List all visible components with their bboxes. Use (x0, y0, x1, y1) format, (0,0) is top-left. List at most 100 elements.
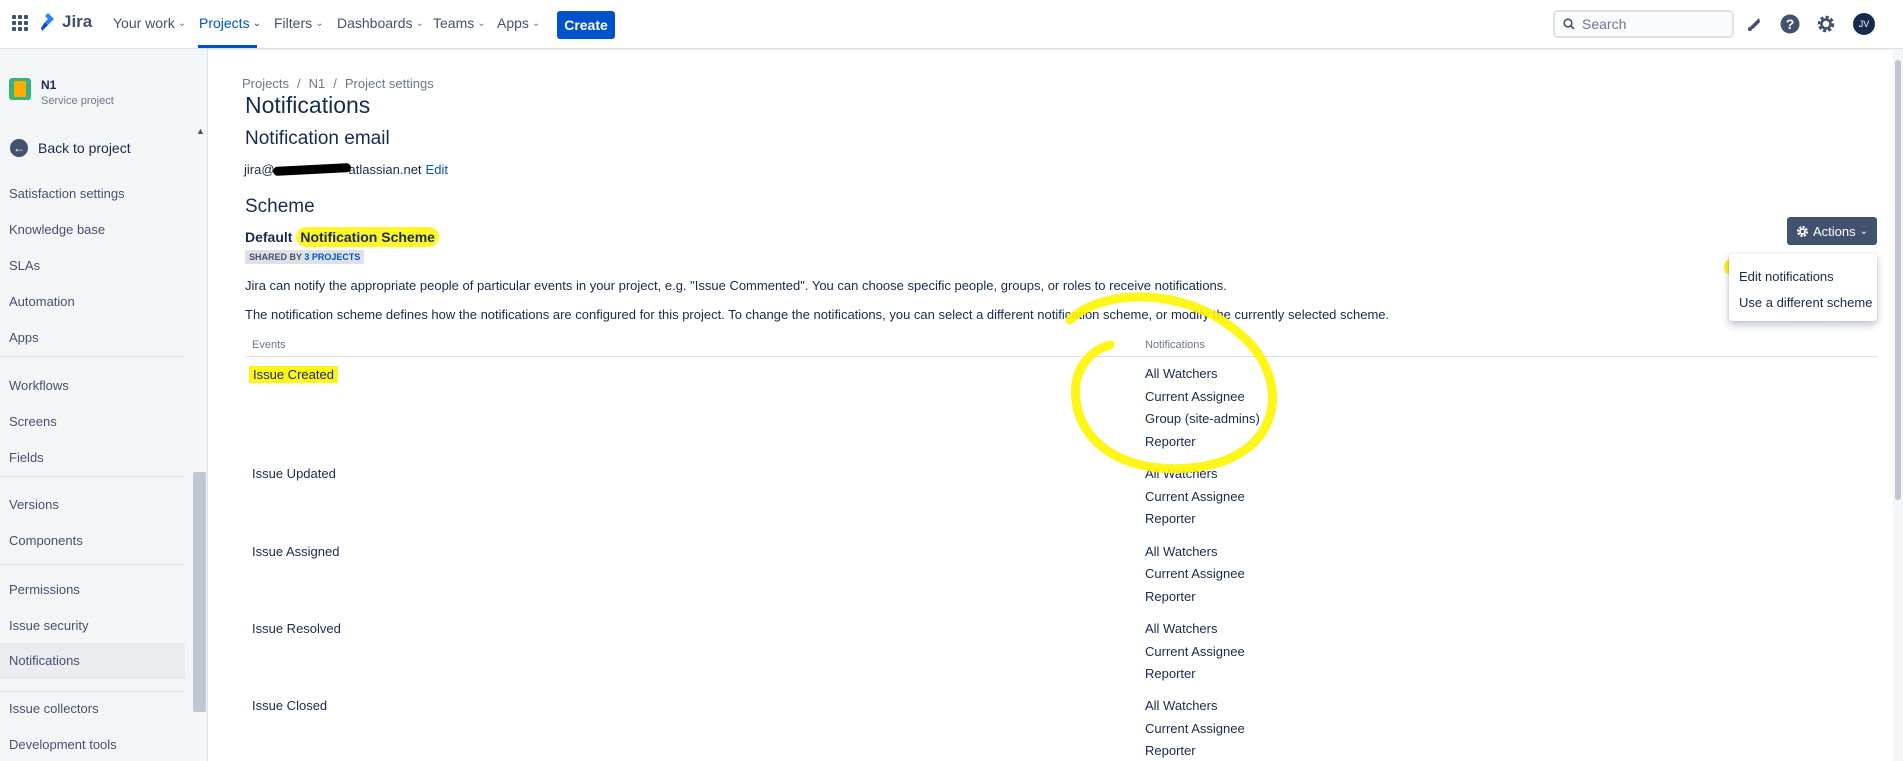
notification-entry: All Watchers (1145, 366, 1218, 381)
actions-menu: Edit notifications Use a different schem… (1729, 253, 1877, 321)
notifications-bell-icon[interactable] (1743, 13, 1765, 35)
bell-icon (1748, 18, 1760, 31)
question-icon: ? (1780, 14, 1800, 34)
notification-entry: Current Assignee (1145, 489, 1245, 504)
nav-label: Your work (113, 15, 175, 31)
chevron-down-icon: ⌄ (1859, 225, 1869, 237)
breadcrumb: Projects / N1 / Project settings (242, 76, 434, 91)
scheme-name-prefix: Default (245, 229, 297, 245)
event-issue-closed: Issue Closed (252, 698, 328, 713)
email-prefix: jira@ (244, 162, 275, 177)
notification-email-heading: Notification email (245, 128, 390, 149)
gear-icon (1797, 225, 1808, 237)
chevron-down-icon: ⌄ (252, 17, 261, 29)
notification-entry: Group (site-admins) (1145, 411, 1260, 426)
project-avatar-icon (9, 78, 31, 100)
event-issue-created: Issue Created (249, 366, 338, 383)
notification-entry: Current Assignee (1145, 389, 1245, 404)
sidebar-item-slas[interactable]: SLAs (9, 258, 40, 273)
jira-logo[interactable]: Jira (40, 12, 92, 32)
avatar[interactable]: JV (1853, 13, 1875, 35)
notification-entry: Current Assignee (1145, 644, 1245, 659)
notification-entry: All Watchers (1145, 544, 1218, 559)
redaction-mark (272, 162, 351, 177)
active-tab-indicator (198, 45, 257, 48)
search-box[interactable] (1553, 10, 1734, 38)
notification-entry: Current Assignee (1145, 566, 1245, 581)
sidebar-item-apps[interactable]: Apps (9, 330, 39, 345)
search-icon (1563, 18, 1575, 30)
sidebar-item-development-tools[interactable]: Development tools (9, 737, 117, 752)
event-issue-updated: Issue Updated (252, 466, 336, 481)
scheme-heading: Scheme (245, 196, 315, 217)
sidebar-item-fields[interactable]: Fields (9, 450, 44, 465)
page-scroll-thumb[interactable] (1895, 60, 1901, 500)
notification-email-line: jira@ atlassian.net Edit (244, 162, 448, 177)
actions-button[interactable]: Actions ⌄ (1787, 217, 1877, 245)
svg-text:?: ? (1786, 16, 1795, 32)
jira-logo-icon (41, 13, 54, 31)
edit-email-link[interactable]: Edit (426, 162, 448, 177)
notification-entry: All Watchers (1145, 621, 1218, 636)
nav-label: Dashboards (337, 15, 413, 31)
shared-projects-link[interactable]: 3 PROJECTS (304, 252, 360, 262)
notification-entry: Reporter (1145, 511, 1196, 526)
event-issue-resolved: Issue Resolved (252, 621, 341, 636)
scheme-name-highlight: Notification Scheme (296, 227, 439, 247)
arrow-left-icon: ← (10, 139, 28, 157)
breadcrumb-n1[interactable]: N1 (309, 76, 326, 91)
sidebar-item-screens[interactable]: Screens (9, 414, 57, 429)
back-label: Back to project (38, 140, 131, 156)
nav-label: Filters (274, 15, 313, 31)
notification-entry: Current Assignee (1145, 721, 1245, 736)
sidebar-item-issue-collectors[interactable]: Issue collectors (9, 701, 99, 716)
sidebar-item-satisfaction-settings[interactable]: Satisfaction settings (9, 186, 125, 201)
sidebar-scroll-thumb[interactable] (193, 472, 206, 712)
nav-label: Teams (433, 15, 475, 31)
settings-icon[interactable] (1815, 13, 1837, 35)
sidebar-item-knowledge-base[interactable]: Knowledge base (9, 222, 105, 237)
create-button[interactable]: Create (557, 11, 615, 39)
back-to-project-link[interactable]: ← Back to project (10, 139, 131, 157)
search-input[interactable] (1582, 16, 1722, 32)
nav-apps[interactable]: Apps ⌄ (497, 15, 540, 31)
sidebar-item-notifications[interactable]: Notifications (0, 643, 185, 679)
help-icon[interactable]: ? (1779, 13, 1801, 35)
nav-dashboards[interactable]: Dashboards ⌄ (337, 15, 424, 31)
logo-text: Jira (62, 12, 93, 31)
scroll-up-icon[interactable]: ▲ (196, 126, 205, 136)
email-suffix: atlassian.net (348, 162, 422, 177)
breadcrumb-separator: / (333, 76, 337, 91)
sidebar-item-components[interactable]: Components (9, 533, 83, 548)
sidebar-item-permissions[interactable]: Permissions (9, 582, 80, 597)
sidebar-item-automation[interactable]: Automation (9, 294, 75, 309)
notification-entry: Reporter (1145, 589, 1196, 604)
menu-item-use-different-scheme[interactable]: Use a different scheme (1739, 295, 1872, 310)
shared-by-badge: SHARED BY 3 PROJECTS (245, 250, 365, 264)
project-sidebar: N1 Service project ← Back to project Sat… (0, 49, 208, 761)
chevron-down-icon: ⌄ (315, 17, 324, 29)
chevron-down-icon: ⌄ (177, 17, 187, 29)
gear-icon (1817, 15, 1835, 33)
breadcrumb-projects[interactable]: Projects (242, 76, 289, 91)
chevron-down-icon: ⌄ (415, 17, 424, 29)
app-switcher-icon[interactable] (12, 15, 28, 31)
nav-projects[interactable]: Projects ⌄ (199, 15, 261, 31)
table-divider (245, 356, 1878, 357)
sidebar-item-issue-security[interactable]: Issue security (9, 618, 88, 633)
page-title: Notifications (245, 92, 371, 118)
sidebar-divider (0, 476, 185, 477)
project-header[interactable]: N1 Service project (9, 78, 114, 107)
sidebar-divider (0, 691, 185, 692)
sidebar-item-versions[interactable]: Versions (9, 497, 59, 512)
menu-item-edit-notifications[interactable]: Edit notifications (1739, 269, 1834, 284)
nav-your-work[interactable]: Your work ⌄ (113, 15, 186, 31)
project-name: N1 (41, 78, 57, 92)
breadcrumb-project-settings[interactable]: Project settings (345, 76, 434, 91)
sidebar-divider (0, 564, 185, 565)
nav-teams[interactable]: Teams ⌄ (433, 15, 486, 31)
scheme-description-2: The notification scheme defines how the … (245, 307, 1390, 322)
sidebar-item-workflows[interactable]: Workflows (9, 378, 69, 393)
chevron-down-icon: ⌄ (531, 17, 541, 29)
nav-filters[interactable]: Filters ⌄ (274, 15, 324, 31)
